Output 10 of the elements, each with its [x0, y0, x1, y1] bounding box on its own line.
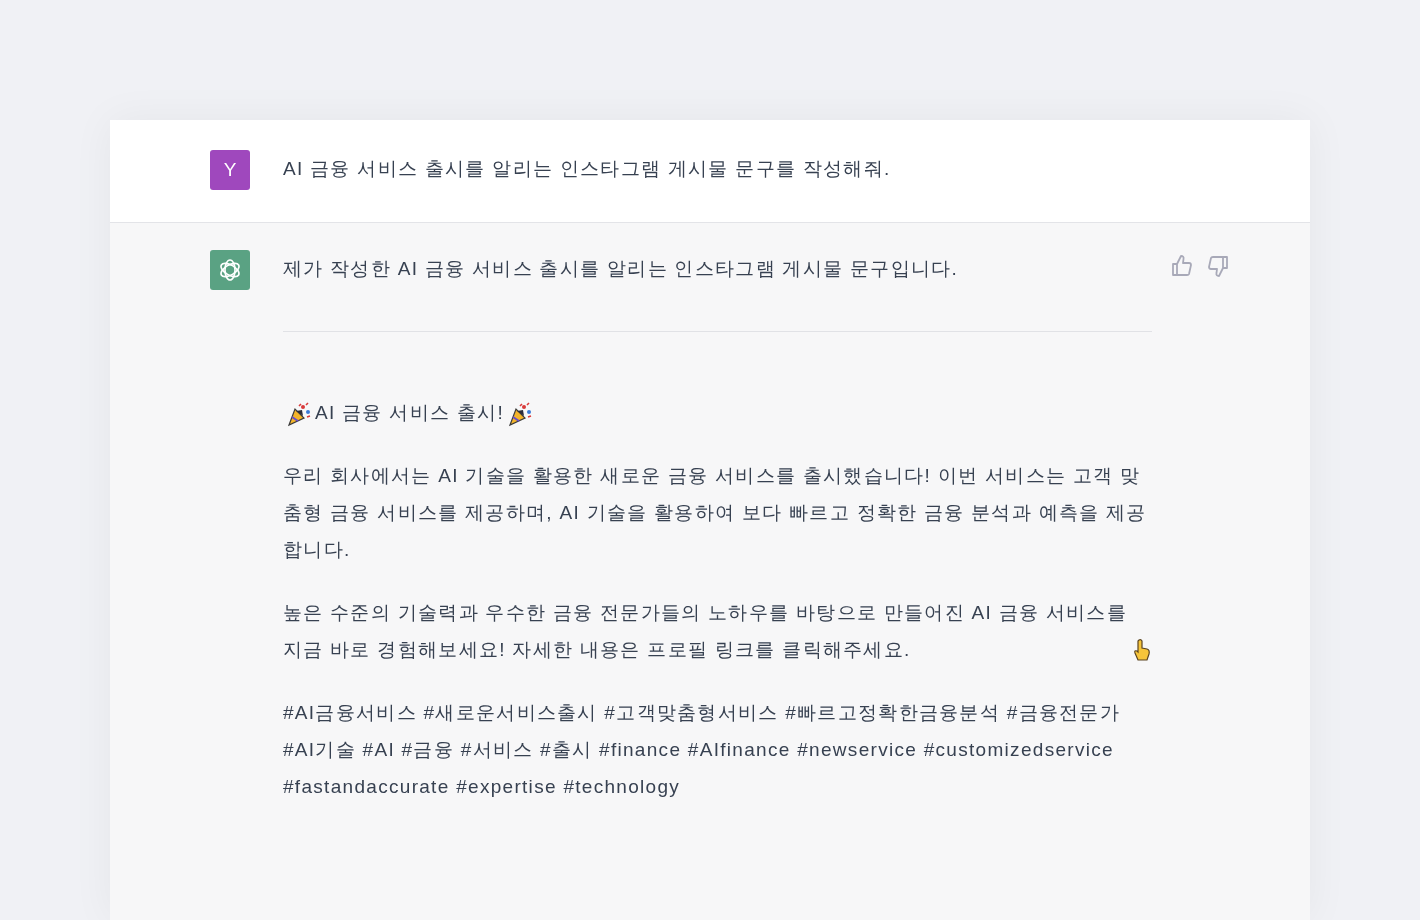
thumbs-up-icon[interactable] — [1170, 254, 1194, 278]
assistant-avatar — [210, 250, 250, 290]
response-paragraph: 우리 회사에서는 AI 기술을 활용한 새로운 금융 서비스를 출시했습니다! 이번 서비스는 고객 맞춤형 금융 서비스를 제공하며, AI 기술을 활용하여 보다 빠르고 정확한 금융 분석과 예측을 제공합니다. — [283, 465, 1147, 560]
assistant-message: 제가 작성한 AI 금융 서비스 출시를 알리는 인스타그램 게시물 문구입니다. — [283, 257, 960, 281]
user-avatar: Y — [210, 150, 250, 190]
response-paragraph: 높은 수준의 기술력과 우수한 금융 전문가들의 노하우를 바탕으로 만들어진 AI 금융 서비스를 지금 바로 경험해보세요! 자세한 내용은 프로필 링크를 클릭해주세요. — [283, 601, 1129, 662]
thumbs-down-icon[interactable] — [1206, 254, 1230, 278]
user-message: AI 금융 서비스 출시를 알리는 인스타그램 게시물 문구를 작성해줘. — [283, 157, 892, 181]
response-paragraph: AI 금융 서비스 출시! — [315, 402, 504, 423]
response-paragraph: #AI금융서비스 #새로운서비스출시 #고객맞춤형서비스 #빠르고정확한금융분석 #금융전문가 #AI기술 #AI #금융 #서비스 #출시 #finance #AIfinance #newservice #customizedservice #fastandaccurate #expertise #technology — [283, 702, 1120, 797]
